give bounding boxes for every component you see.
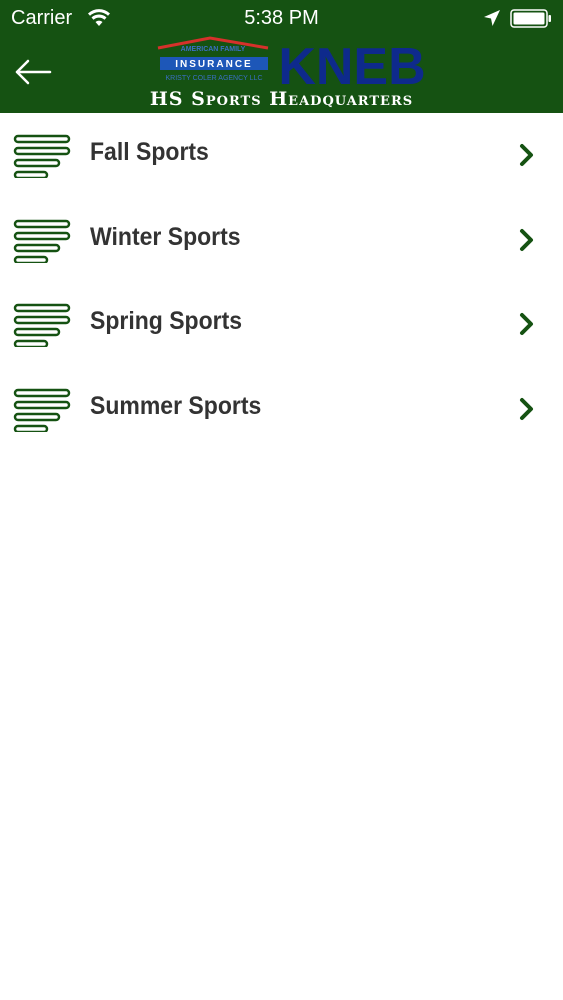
list-lines-icon bbox=[13, 388, 71, 432]
back-arrow-icon[interactable] bbox=[10, 52, 56, 92]
menu-item-summer-sports[interactable]: Summer Sports bbox=[0, 367, 563, 452]
chevron-right-icon bbox=[520, 144, 533, 166]
menu-item-label: Winter Sports bbox=[90, 222, 241, 251]
menu-item-label: Spring Sports bbox=[90, 307, 243, 335]
menu-item-winter-sports[interactable]: Winter Sports bbox=[0, 198, 563, 283]
sports-menu-list: Fall Sports Winter Sports Spring Sports bbox=[0, 113, 563, 451]
menu-item-fall-sports[interactable]: Fall Sports bbox=[0, 113, 563, 198]
sponsor-logo: AMERICAN FAMILY INSURANCE KRISTY COLER A… bbox=[157, 36, 426, 92]
chevron-right-icon bbox=[520, 397, 533, 420]
svg-text:INSURANCE: INSURANCE bbox=[175, 59, 252, 70]
svg-text:KRISTY COLER AGENCY LLC: KRISTY COLER AGENCY LLC bbox=[166, 75, 263, 82]
location-arrow-icon bbox=[484, 10, 500, 26]
list-lines-icon bbox=[13, 303, 71, 347]
svg-text:KNEB: KNEB bbox=[278, 38, 425, 92]
svg-text:AMERICAN FAMILY: AMERICAN FAMILY bbox=[181, 46, 246, 53]
list-lines-icon bbox=[13, 134, 71, 178]
app-header: Carrier 5:38 PM AMERICAN FAMILY INSURANC… bbox=[0, 0, 563, 113]
page-subtitle: HS Sports Headquarters bbox=[149, 88, 414, 110]
battery-icon bbox=[510, 9, 551, 28]
menu-item-label: Summer Sports bbox=[90, 391, 262, 420]
list-lines-icon bbox=[13, 219, 71, 263]
chevron-right-icon bbox=[520, 228, 533, 251]
clock-time: 5:38 PM bbox=[244, 7, 319, 29]
status-bar: Carrier 5:38 PM bbox=[0, 0, 563, 36]
menu-item-spring-sports[interactable]: Spring Sports bbox=[0, 282, 563, 367]
menu-item-label: Fall Sports bbox=[90, 138, 209, 166]
chevron-right-icon bbox=[520, 313, 533, 335]
